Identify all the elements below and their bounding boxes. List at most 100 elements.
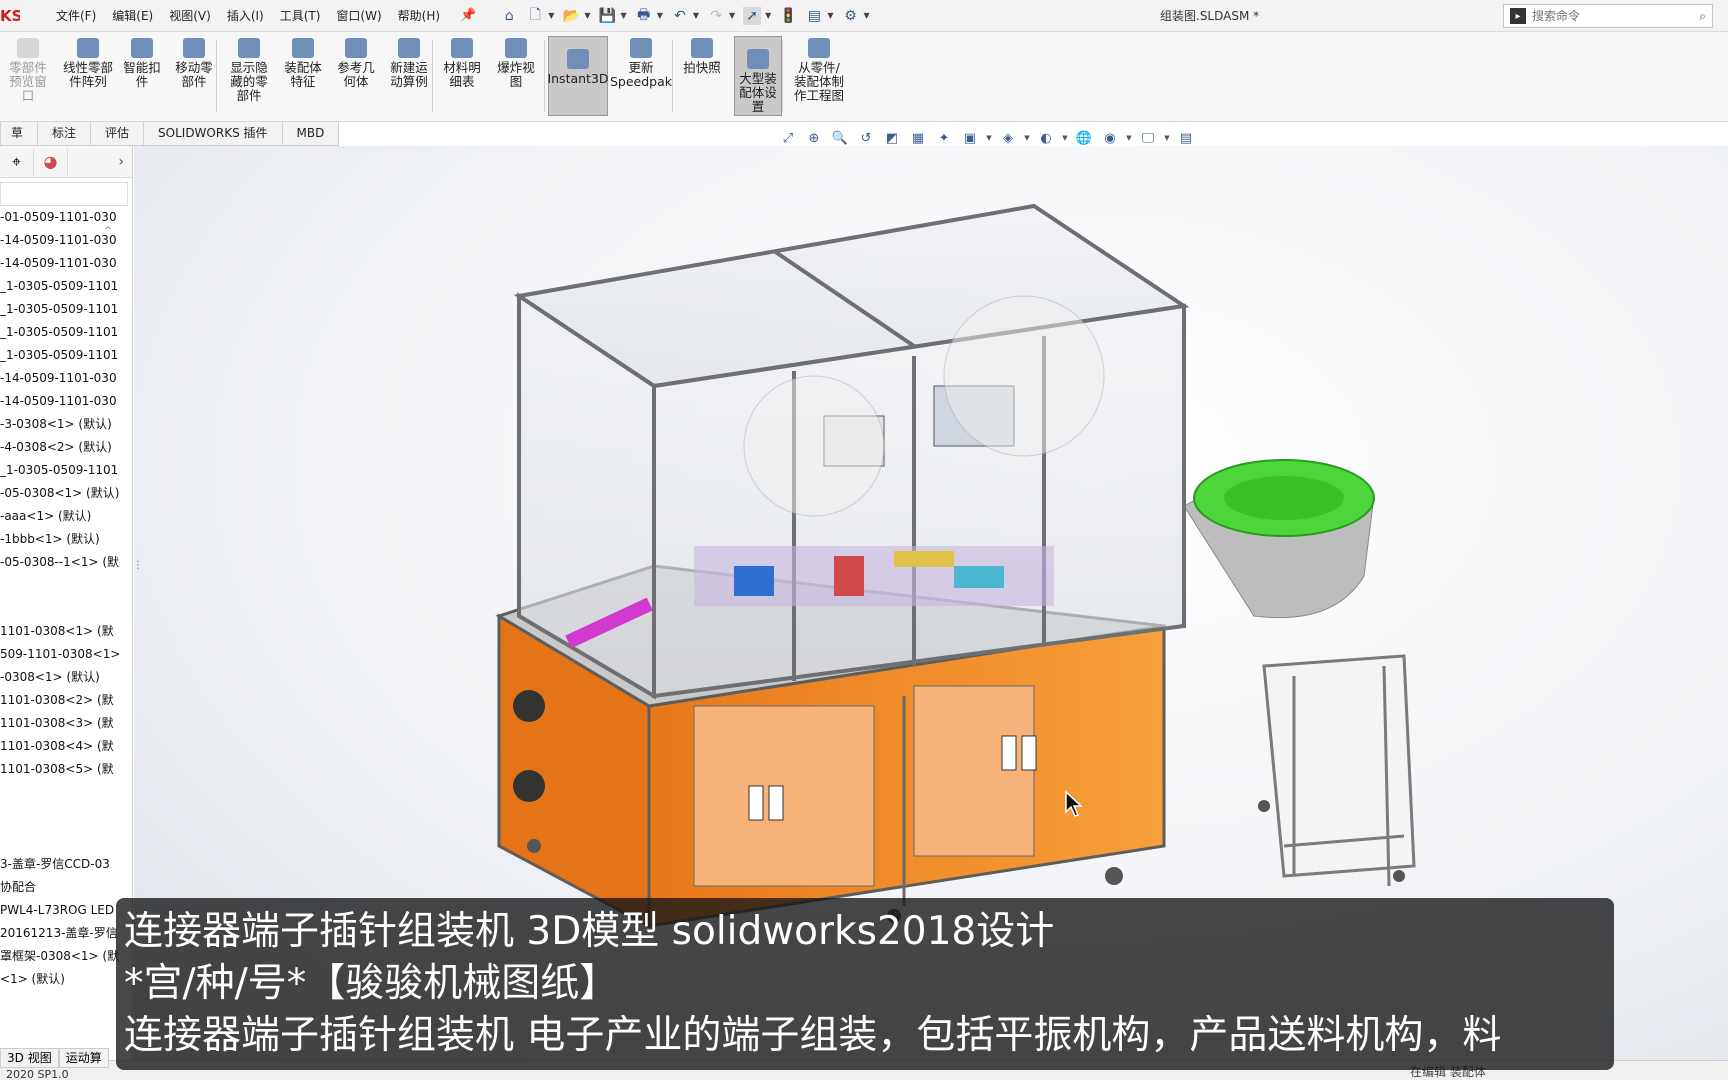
tree-item[interactable]: 3-盖章-罗信CCD-03 [0, 853, 132, 876]
tree-item[interactable]: -14-0509-1101-030 [0, 367, 132, 390]
tab-addins[interactable]: SOLIDWORKS 插件 [143, 122, 283, 146]
menu-file[interactable]: 文件(F) [48, 0, 104, 32]
tab-sketch[interactable]: 草图 [0, 122, 38, 146]
gear-icon[interactable]: ⚙ [841, 7, 859, 25]
ribbon-button-10[interactable]: Instant3D [547, 36, 609, 116]
ribbon-button-6[interactable]: 参考几 何体 [330, 38, 382, 89]
chevron-down-icon[interactable]: ▼ [863, 11, 869, 20]
undo-icon[interactable]: ↶ [671, 7, 689, 25]
chevron-down-icon[interactable]: ▼ [693, 11, 699, 20]
chevron-down-icon[interactable]: ▼ [985, 128, 993, 148]
tree-filter-field[interactable] [0, 182, 128, 206]
ribbon-button-0[interactable]: 零部件 预览窗口 [4, 38, 52, 103]
previous-view-icon[interactable]: ↺ [855, 128, 877, 148]
menu-insert[interactable]: 插入(I) [219, 0, 272, 32]
ribbon-button-2[interactable]: 智能扣件 [118, 38, 166, 89]
ribbon-button-4[interactable]: 显示隐 藏的零 部件 [222, 38, 276, 103]
tab-motion-study[interactable]: 运动算 [58, 1048, 109, 1068]
tree-item[interactable]: _1-0305-0509-1101 [0, 298, 132, 321]
chevron-down-icon[interactable]: ▼ [729, 11, 735, 20]
panel-splitter-handle[interactable]: ⋮ [133, 560, 143, 610]
crosshair-icon[interactable]: ⌖ [0, 147, 34, 176]
chevron-down-icon[interactable]: ▼ [1061, 128, 1069, 148]
tree-item[interactable]: -3-0308<1> (默认) [0, 413, 132, 436]
tree-item[interactable]: -14-0509-1101-030 [0, 229, 132, 252]
apply-scene-icon[interactable]: 🌐 [1073, 128, 1095, 148]
search-command-box[interactable]: ▸ ⌕ [1503, 4, 1713, 28]
chevron-down-icon[interactable]: ▼ [621, 11, 627, 20]
save-icon[interactable]: 💾 [599, 7, 617, 25]
tab-mbd[interactable]: MBD [281, 122, 340, 146]
print-icon[interactable]: 🖶 [635, 7, 653, 25]
ribbon-button-8[interactable]: 材料明 细表 [436, 38, 488, 89]
ribbon-button-14[interactable]: 从零件/装配体制 作工程图 [786, 38, 852, 103]
menu-tools[interactable]: 工具(T) [272, 0, 329, 32]
tree-item[interactable]: _1-0305-0509-1101 [0, 275, 132, 298]
open-folder-icon[interactable]: 📂 [562, 7, 580, 25]
hide-show-items-icon[interactable]: ◈ [997, 128, 1019, 148]
menu-edit[interactable]: 编辑(E) [104, 0, 161, 32]
tree-item[interactable]: _1-0305-0509-1101 [0, 344, 132, 367]
tree-item[interactable]: 1101-0308<3> (默 [0, 712, 132, 735]
tree-item[interactable]: 协配合 [0, 876, 132, 899]
tree-item[interactable]: 1101-0308<2> (默 [0, 689, 132, 712]
ribbon-button-5[interactable]: 装配体 特征 [278, 38, 328, 89]
tree-item[interactable]: PWL4-L73ROG LED [0, 899, 132, 922]
home-icon[interactable]: ⌂ [500, 7, 518, 25]
appearance-icon[interactable]: ◕ [34, 147, 68, 176]
redo-icon[interactable]: ↷ [707, 7, 725, 25]
ribbon-button-3[interactable]: 移动零 部件 [168, 38, 220, 89]
chevron-down-icon[interactable]: ▼ [548, 11, 554, 20]
section-view-icon[interactable]: ◩ [881, 128, 903, 148]
view-settings-icon[interactable]: ◉ [1099, 128, 1121, 148]
tree-item[interactable]: 509-1101-0308<1> [0, 643, 132, 666]
tree-item[interactable]: -05-0308<1> (默认) [0, 482, 132, 505]
tree-item[interactable]: -4-0308<2> (默认) [0, 436, 132, 459]
tree-item[interactable]: -14-0509-1101-030 [0, 390, 132, 413]
dynamic-annotation-icon[interactable]: ▦ [907, 128, 929, 148]
view-orientation-icon[interactable]: ✦ [933, 128, 955, 148]
tree-item[interactable]: -1bbb<1> (默认) [0, 528, 132, 551]
chevron-down-icon[interactable]: ▼ [765, 11, 771, 20]
ribbon-button-7[interactable]: 新建运 动算例 [384, 38, 434, 89]
zoom-icon[interactable]: 🔍 [829, 128, 851, 148]
tree-item[interactable]: 1101-0308<5> (默 [0, 758, 132, 781]
task-pane-icon[interactable]: ▤ [1175, 128, 1197, 148]
menu-help[interactable]: 帮助(H) [390, 0, 448, 32]
tab-evaluate[interactable]: 评估 [90, 122, 145, 146]
tree-item[interactable]: -14-0509-1101-030 [0, 252, 132, 275]
tree-item[interactable]: -0308<1> (默认) [0, 666, 132, 689]
edit-appearance-icon[interactable]: ◐ [1035, 128, 1057, 148]
ribbon-button-1[interactable]: 线性零部 件阵列 [60, 38, 116, 89]
tree-item[interactable]: _1-0305-0509-1101 [0, 459, 132, 482]
tree-item[interactable]: <1> (默认) [0, 968, 132, 991]
select-arrow-icon[interactable]: ➚ [743, 6, 762, 25]
new-file-icon[interactable]: 🗋 [526, 7, 544, 25]
ribbon-button-11[interactable]: 更新 Speedpak [610, 38, 672, 89]
display-style-icon[interactable]: ▣ [959, 128, 981, 148]
ribbon-button-9[interactable]: 爆炸视图 [490, 38, 542, 89]
chevron-down-icon[interactable]: ▼ [657, 11, 663, 20]
tree-item[interactable]: -aaa<1> (默认) [0, 505, 132, 528]
search-input[interactable] [1532, 9, 1672, 23]
monitor-icon[interactable]: 🖵 [1137, 128, 1159, 148]
chevron-down-icon[interactable]: ▼ [584, 11, 590, 20]
chevron-down-icon[interactable]: ▼ [1023, 128, 1031, 148]
chevron-right-icon[interactable]: › [118, 154, 124, 170]
tree-item[interactable]: -05-0308--1<1> (默 [0, 551, 132, 574]
tree-item[interactable]: 1101-0308<4> (默 [0, 735, 132, 758]
menu-window[interactable]: 窗口(W) [328, 0, 389, 32]
chevron-down-icon[interactable]: ▼ [827, 11, 833, 20]
tab-markup[interactable]: 标注 [37, 122, 92, 146]
ribbon-button-13[interactable]: 大型装 配体设置 [734, 36, 782, 116]
chevron-down-icon[interactable]: ▼ [1163, 128, 1171, 148]
tree-item[interactable]: 1101-0308<1> (默 [0, 620, 132, 643]
file-properties-icon[interactable]: ▤ [805, 7, 823, 25]
tree-item[interactable]: 罩框架-0308<1> (默 [0, 945, 132, 968]
pin-icon[interactable]: 📌 [460, 8, 476, 23]
scroll-up-icon[interactable]: ^ [104, 226, 112, 236]
search-icon[interactable]: ⌕ [1699, 9, 1706, 24]
tree-item[interactable]: 20161213-盖章-罗信 [0, 922, 132, 945]
chevron-down-icon[interactable]: ▼ [1125, 128, 1133, 148]
solidworks-logo[interactable]: KS [0, 7, 20, 25]
